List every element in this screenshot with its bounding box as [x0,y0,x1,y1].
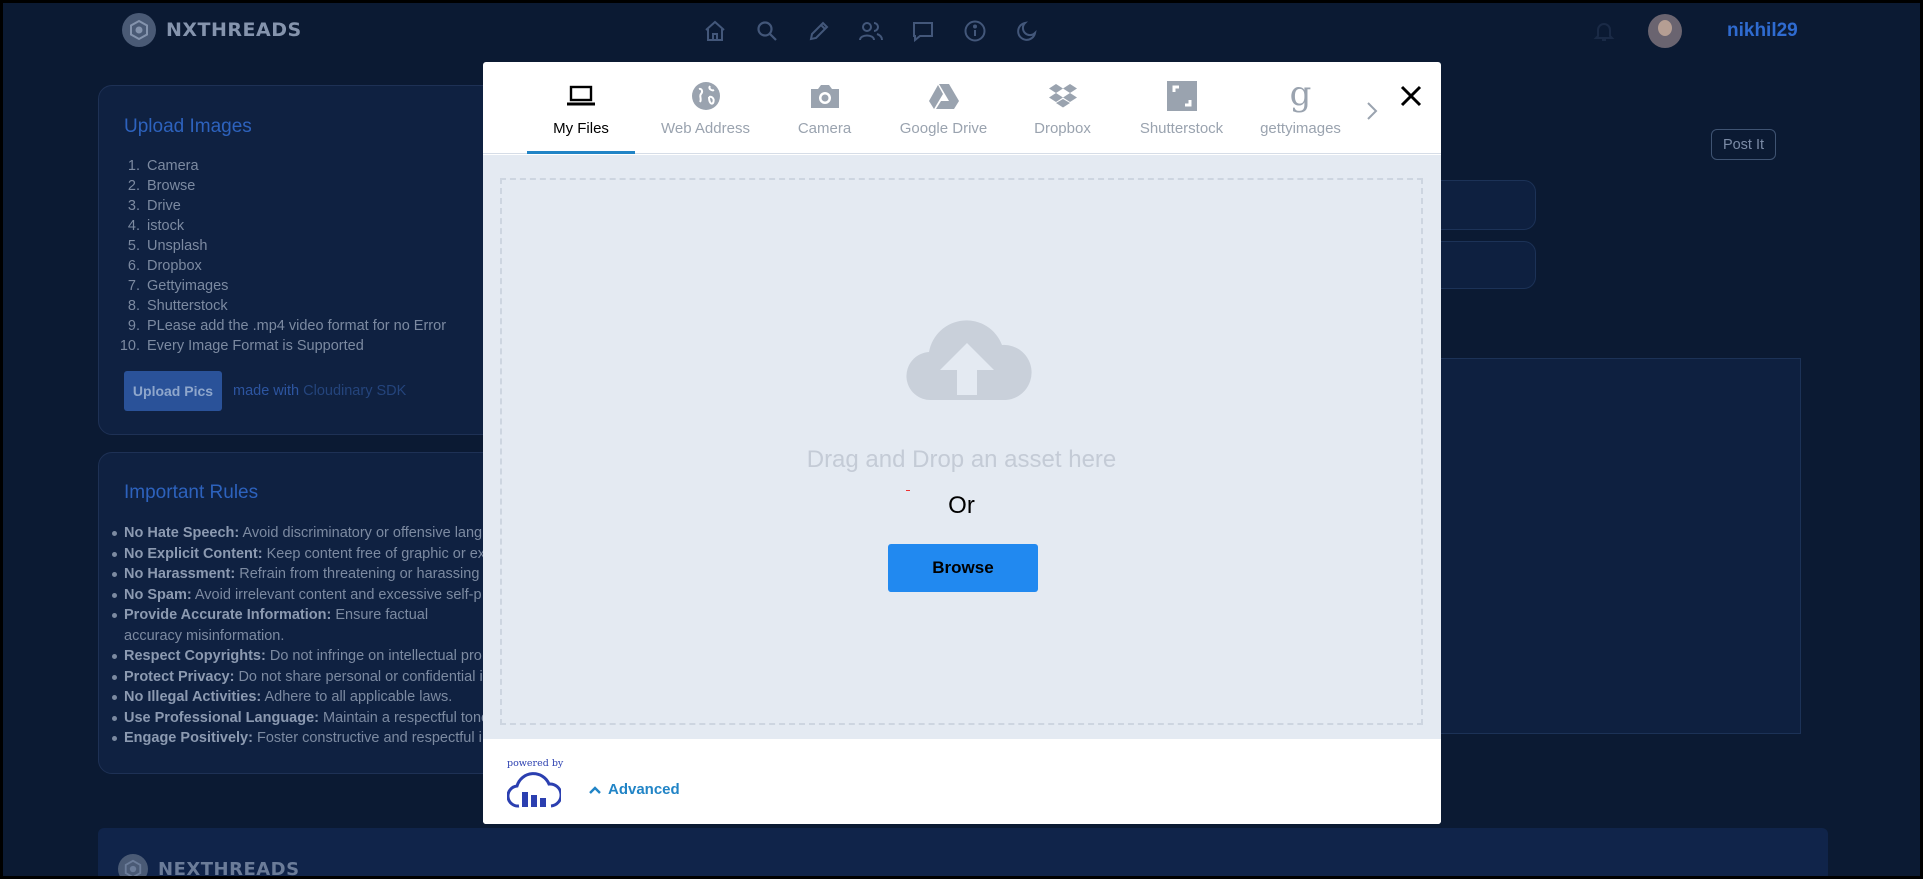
camera-icon [808,80,842,112]
laptop-icon [564,80,598,112]
upload-widget-modal: My Files Web Address Camera Google Drive… [483,62,1441,824]
drag-drop-text: Drag and Drop an asset here [806,446,1117,473]
advanced-toggle[interactable]: Advanced [588,781,680,798]
chevron-up-icon [589,785,601,794]
close-icon[interactable] [1395,80,1427,112]
tab-gettyimages[interactable]: g gettyimages [1241,62,1360,154]
browse-button[interactable]: Browse [888,544,1038,592]
tab-label: gettyimages [1260,120,1341,137]
advanced-label: Advanced [608,781,680,798]
globe-icon [689,80,723,112]
red-mark [906,490,910,491]
tab-label: Camera [797,120,852,137]
chevron-right-icon[interactable] [1361,96,1383,126]
tab-camera[interactable]: Camera [765,62,884,154]
cloud-upload-icon [902,315,1032,405]
source-tabs: My Files Web Address Camera Google Drive… [483,62,1441,154]
shutterstock-icon [1165,80,1199,112]
powered-by-text: powered by [507,758,564,769]
tab-label: My Files [553,120,609,137]
tab-label: Google Drive [899,120,988,137]
tab-my-files[interactable]: My Files [527,62,635,154]
tab-web-address[interactable]: Web Address [646,62,765,154]
dropbox-icon [1046,80,1080,112]
cloudinary-logo-icon[interactable] [506,770,563,810]
tab-google-drive[interactable]: Google Drive [884,62,1003,154]
tab-dropbox[interactable]: Dropbox [1003,62,1122,154]
gettyimages-icon: g [1289,74,1312,114]
tab-label: Web Address [661,120,750,137]
drop-zone[interactable]: Drag and Drop an asset here Or Browse [500,178,1423,725]
google-drive-icon [927,80,961,112]
or-text: Or [948,492,975,519]
tab-label: Dropbox [1034,120,1091,137]
tab-shutterstock[interactable]: Shutterstock [1122,62,1241,154]
drop-area-background: Drag and Drop an asset here Or Browse [483,155,1441,739]
tab-label: Shutterstock [1139,120,1224,137]
